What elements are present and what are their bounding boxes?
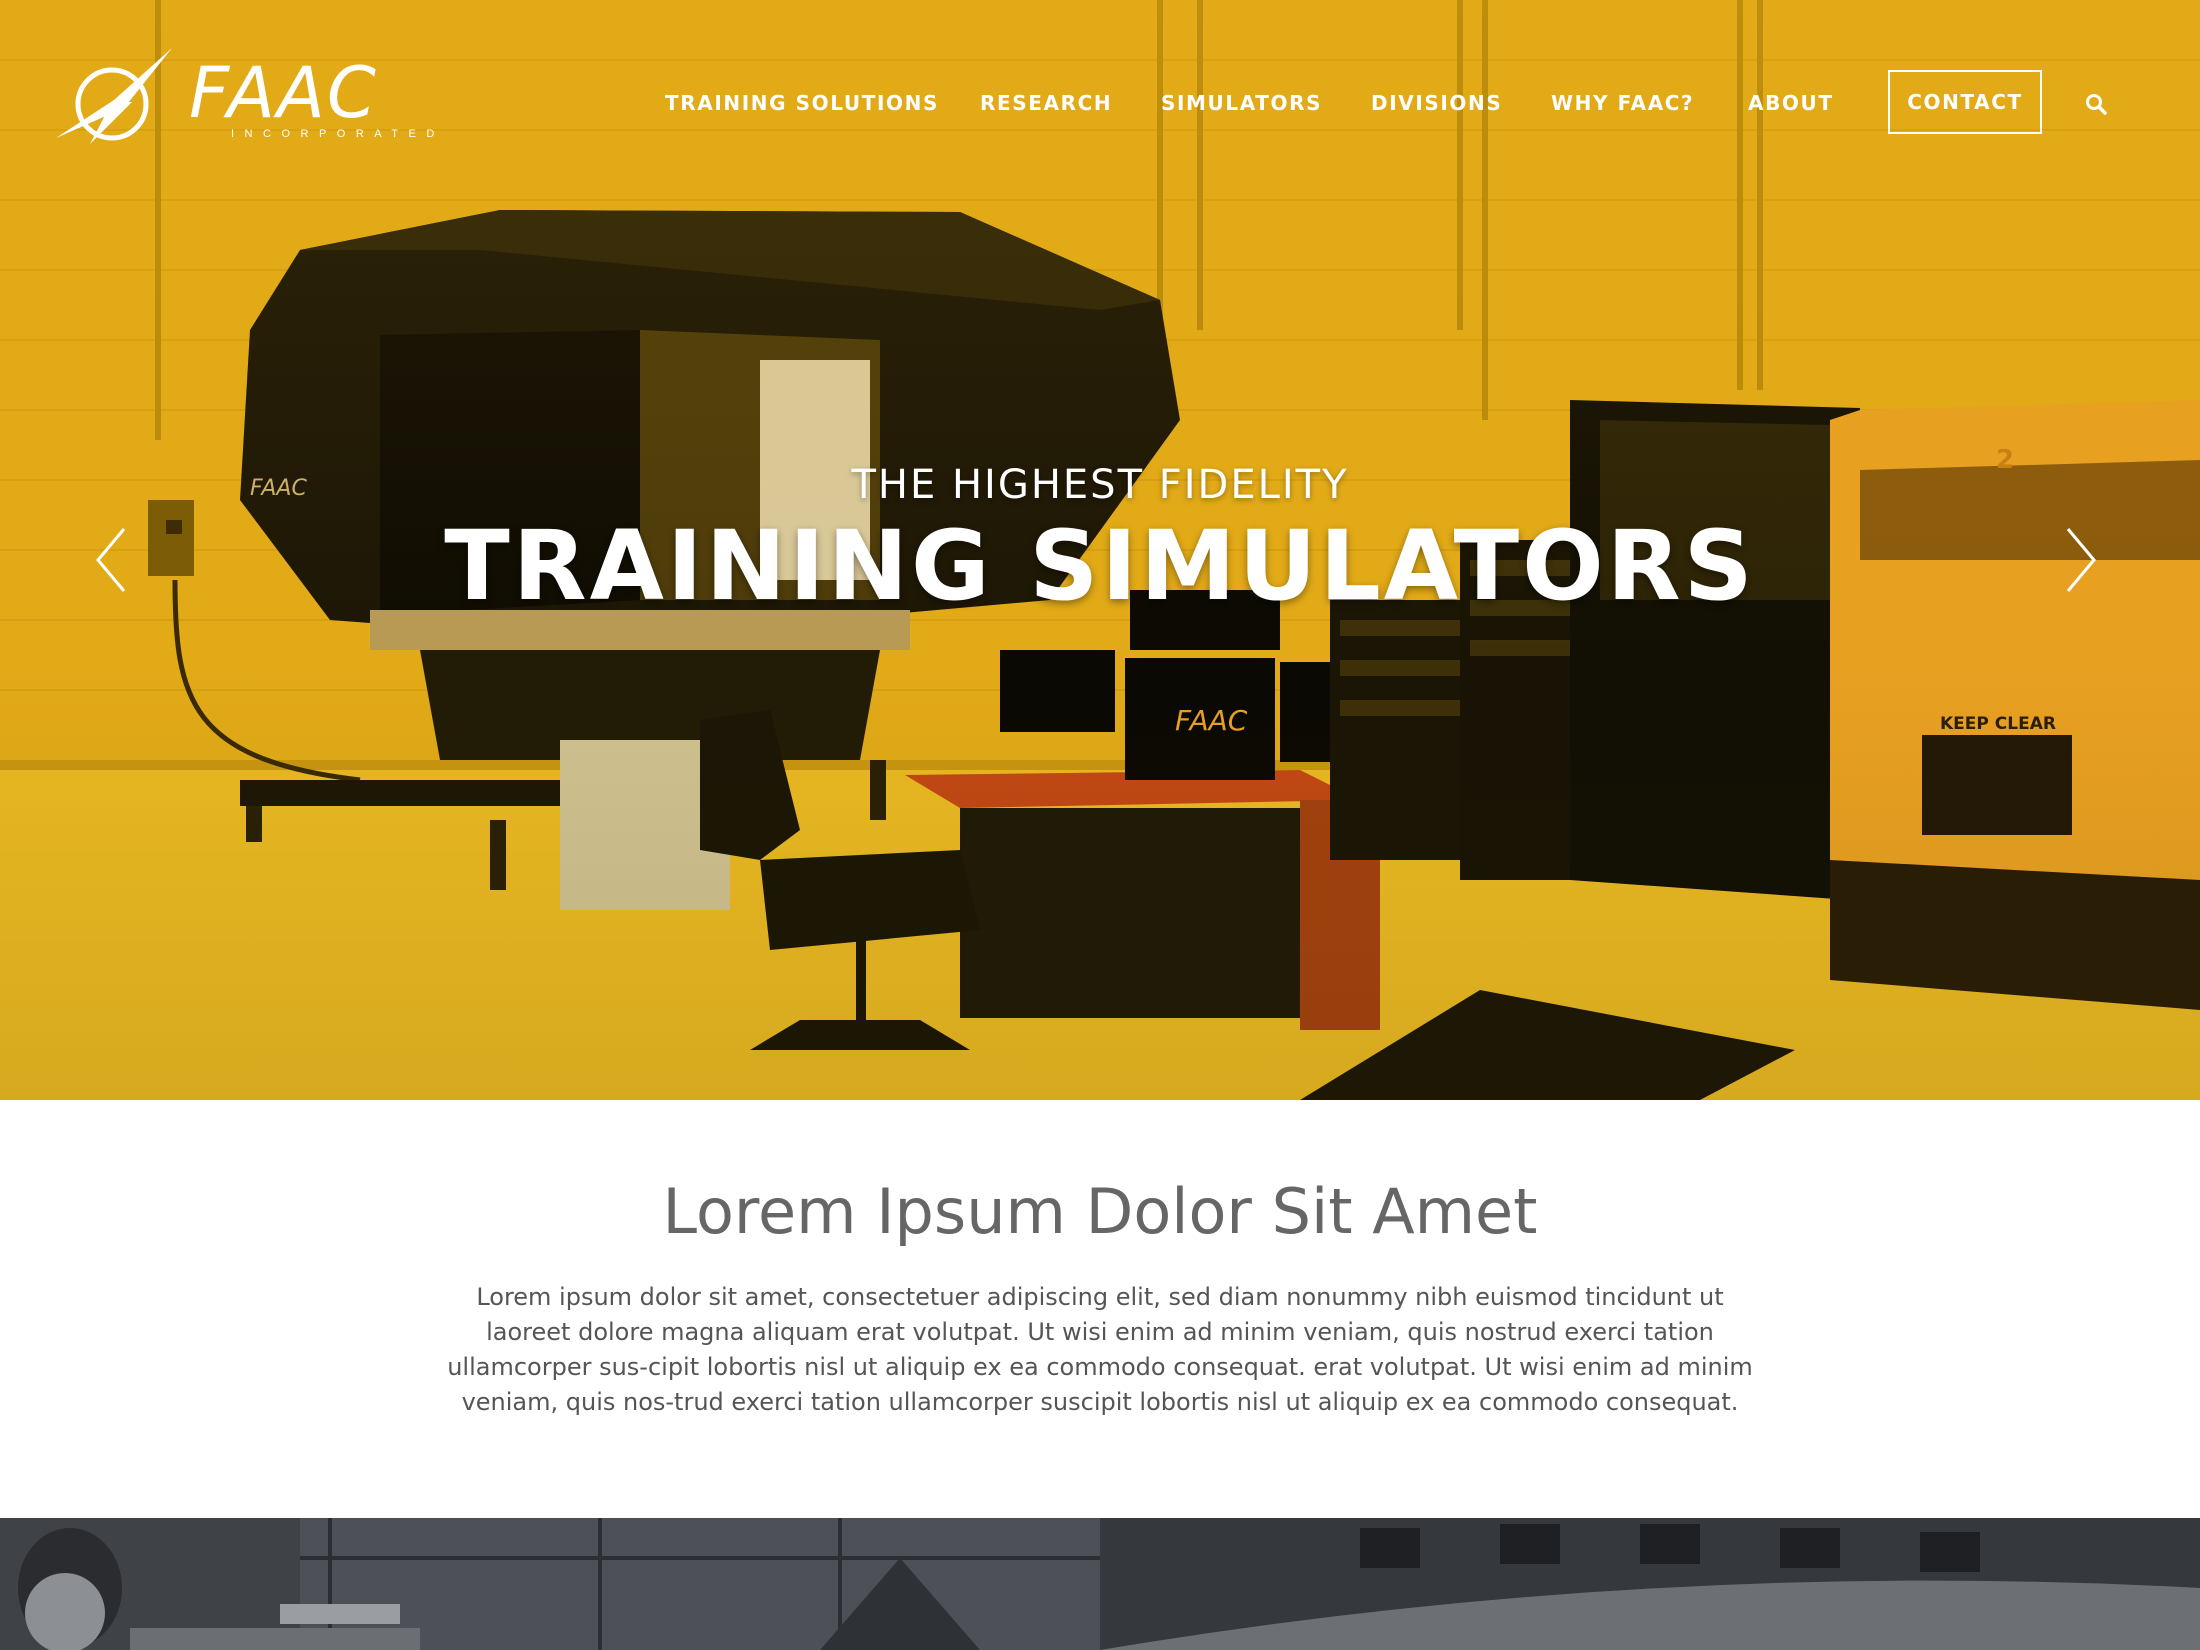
feature-tiles	[0, 1518, 2200, 1650]
feature-tile-left[interactable]	[0, 1518, 1100, 1650]
main-nav: TRAINING SOLUTIONS RESEARCH SIMULATORS D…	[0, 88, 2200, 118]
hero-slider: FAAC FAAC 2 KEEP CLEAR FAAC INCORPORATED…	[0, 0, 2200, 1100]
contact-button[interactable]: CONTACT	[1888, 70, 2042, 134]
feature-tile-left-image	[0, 1518, 1100, 1650]
nav-item-divisions[interactable]: DIVISIONS	[1371, 88, 1502, 118]
feature-tile-right[interactable]	[1100, 1518, 2200, 1650]
intro-body: Lorem ipsum dolor sit amet, consectetuer…	[447, 1283, 1753, 1416]
nav-item-research[interactable]: RESEARCH	[980, 88, 1112, 118]
intro-title: Lorem Ipsum Dolor Sit Amet	[662, 1175, 1538, 1248]
chevron-right-icon[interactable]	[2060, 525, 2100, 595]
logo-subtitle: INCORPORATED	[231, 128, 445, 140]
nav-item-why-faac[interactable]: WHY FAAC?	[1551, 88, 1694, 118]
hero-title: TRAINING SIMULATORS	[444, 510, 1756, 622]
nav-item-training-solutions[interactable]: TRAINING SOLUTIONS	[665, 88, 939, 118]
unit-sign-text: KEEP CLEAR	[1940, 714, 2056, 734]
monitor-logo-text: FAAC	[1175, 704, 1248, 737]
hero-kicker: THE HIGHEST FIDELITY	[851, 462, 1349, 508]
nav-item-about[interactable]: ABOUT	[1748, 88, 1834, 118]
feature-tile-right-image	[1100, 1518, 2200, 1650]
chevron-left-icon[interactable]	[92, 525, 132, 595]
nav-item-simulators[interactable]: SIMULATORS	[1161, 88, 1322, 118]
search-icon[interactable]	[2084, 92, 2108, 116]
